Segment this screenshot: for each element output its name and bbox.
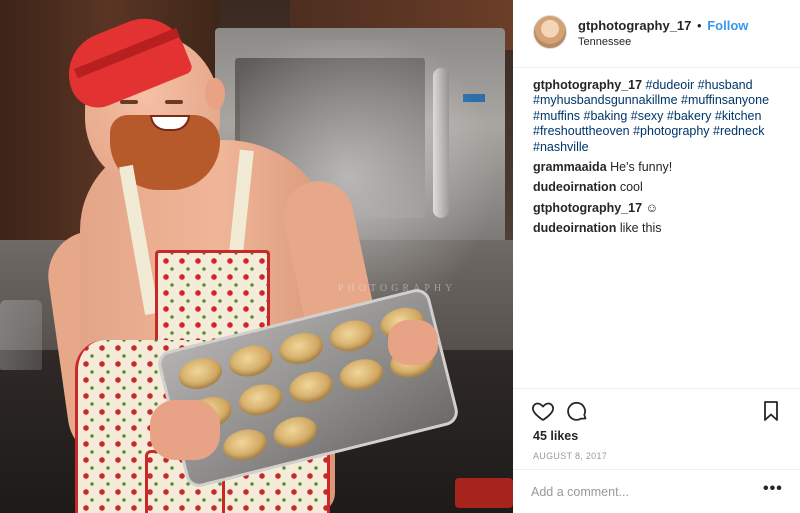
hashtag[interactable]: #nashville xyxy=(533,140,589,154)
right-eye xyxy=(165,100,183,104)
comment-icon[interactable] xyxy=(565,399,589,423)
muffin xyxy=(276,328,327,369)
header-username[interactable]: gtphotography_17 xyxy=(578,18,691,33)
hashtag[interactable]: #muffins xyxy=(533,109,580,123)
add-comment-input[interactable] xyxy=(531,482,751,502)
hashtag[interactable]: #myhusbandsgunnakillme xyxy=(533,93,678,107)
bookmark-icon[interactable] xyxy=(759,399,783,423)
hashtag[interactable]: #photography xyxy=(633,124,709,138)
header-user-row: gtphotography_17 • Follow xyxy=(578,18,748,33)
photo-watermark: PHOTOGRAPHY xyxy=(338,283,457,294)
hashtag[interactable]: #freshouttheoven xyxy=(533,124,630,138)
post-date: AUGUST 8, 2017 xyxy=(533,451,608,461)
muffin xyxy=(270,412,321,453)
hashtag[interactable]: #sexy xyxy=(631,109,664,123)
muffin xyxy=(225,341,276,381)
comment-username[interactable]: gtphotography_17 xyxy=(533,201,642,215)
muffin xyxy=(336,354,387,395)
comment-username[interactable]: dudeoirnation xyxy=(533,221,616,235)
hashtag[interactable]: #bakery xyxy=(667,109,711,123)
hashtag[interactable]: #muffinsanyone xyxy=(681,93,769,107)
follow-button[interactable]: Follow xyxy=(707,18,748,33)
comment-item: grammaaida He's funny! xyxy=(533,160,783,175)
comment-item: dudeoirnation like this xyxy=(533,221,783,236)
post-sidebar: gtphotography_17 • Follow Tennessee gtph… xyxy=(513,0,800,513)
likes-count[interactable]: 45 likes xyxy=(533,429,578,443)
right-hand xyxy=(388,320,438,365)
hashtag[interactable]: #dudeoir xyxy=(646,78,695,92)
muffin xyxy=(175,353,226,394)
left-hand xyxy=(150,400,220,460)
comment-username[interactable]: grammaaida xyxy=(533,160,607,174)
avatar[interactable] xyxy=(533,15,567,49)
comment-item: dudeoirnation cool xyxy=(533,180,783,195)
glass-jar xyxy=(0,300,42,370)
comment-username[interactable]: dudeoirnation xyxy=(533,180,616,194)
separator-dot: • xyxy=(697,18,702,33)
muffin xyxy=(235,379,286,420)
ear xyxy=(205,78,225,110)
muffin xyxy=(326,316,377,356)
heart-icon[interactable] xyxy=(531,399,555,423)
caption-username[interactable]: gtphotography_17 xyxy=(533,78,642,92)
hashtag[interactable]: #redneck xyxy=(713,124,764,138)
location-link[interactable]: Tennessee xyxy=(578,36,631,48)
caption: gtphotography_17 #dudeoir #husband #myhu… xyxy=(533,78,783,155)
more-options-icon[interactable]: ••• xyxy=(763,480,783,498)
comment-text: He's funny! xyxy=(610,160,673,175)
left-eye xyxy=(120,100,138,104)
hashtag[interactable]: #kitchen xyxy=(715,109,762,123)
comment-text: cool xyxy=(619,180,643,195)
comment-text: like this xyxy=(619,221,662,236)
comment-box: ••• xyxy=(513,469,800,513)
comments-list: gtphotography_17 #dudeoir #husband #myhu… xyxy=(533,78,783,242)
muffin xyxy=(219,425,270,465)
hashtag[interactable]: #baking xyxy=(584,109,628,123)
red-object xyxy=(455,478,513,508)
comment-text: ☺ xyxy=(645,200,659,215)
post-photo[interactable]: PHOTOGRAPHY xyxy=(0,0,513,513)
hashtag[interactable]: #husband xyxy=(698,78,753,92)
post-header: gtphotography_17 • Follow Tennessee xyxy=(513,0,800,68)
comment-item: gtphotography_17 ☺ xyxy=(533,201,783,216)
action-bar: 45 likes AUGUST 8, 2017 ••• xyxy=(513,388,800,513)
muffin xyxy=(285,367,336,408)
